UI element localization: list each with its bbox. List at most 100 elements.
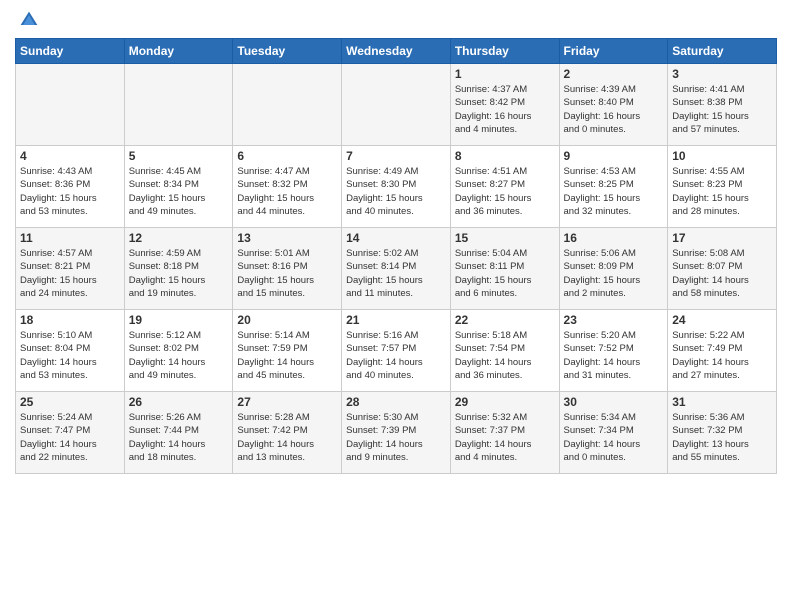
day-info: Sunrise: 5:10 AM Sunset: 8:04 PM Dayligh… [20,329,120,382]
day-number: 7 [346,149,446,163]
col-friday: Friday [559,39,668,64]
calendar-cell: 20 Sunrise: 5:14 AM Sunset: 7:59 PM Dayli… [233,310,342,392]
day-info: Sunrise: 4:53 AM Sunset: 8:25 PM Dayligh… [564,165,664,218]
day-info: Sunrise: 5:12 AM Sunset: 8:02 PM Dayligh… [129,329,229,382]
day-number: 27 [237,395,337,409]
page: Sunday Monday Tuesday Wednesday Thursday… [0,0,792,612]
calendar-cell: 31 Sunrise: 5:36 AM Sunset: 7:32 PM Dayli… [668,392,777,474]
day-number: 8 [455,149,555,163]
week-row-4: 18 Sunrise: 5:10 AM Sunset: 8:04 PM Dayli… [16,310,777,392]
calendar-cell: 18 Sunrise: 5:10 AM Sunset: 8:04 PM Dayli… [16,310,125,392]
day-info: Sunrise: 4:57 AM Sunset: 8:21 PM Dayligh… [20,247,120,300]
calendar-cell: 7 Sunrise: 4:49 AM Sunset: 8:30 PM Daylig… [342,146,451,228]
day-number: 29 [455,395,555,409]
calendar-cell: 5 Sunrise: 4:45 AM Sunset: 8:34 PM Daylig… [124,146,233,228]
calendar-cell: 2 Sunrise: 4:39 AM Sunset: 8:40 PM Daylig… [559,64,668,146]
day-info: Sunrise: 4:47 AM Sunset: 8:32 PM Dayligh… [237,165,337,218]
day-number: 18 [20,313,120,327]
day-info: Sunrise: 4:51 AM Sunset: 8:27 PM Dayligh… [455,165,555,218]
calendar-cell: 25 Sunrise: 5:24 AM Sunset: 7:47 PM Dayli… [16,392,125,474]
day-info: Sunrise: 5:26 AM Sunset: 7:44 PM Dayligh… [129,411,229,464]
calendar-cell: 29 Sunrise: 5:32 AM Sunset: 7:37 PM Dayli… [450,392,559,474]
day-number: 19 [129,313,229,327]
day-info: Sunrise: 5:36 AM Sunset: 7:32 PM Dayligh… [672,411,772,464]
day-info: Sunrise: 5:24 AM Sunset: 7:47 PM Dayligh… [20,411,120,464]
col-tuesday: Tuesday [233,39,342,64]
day-number: 14 [346,231,446,245]
day-info: Sunrise: 5:20 AM Sunset: 7:52 PM Dayligh… [564,329,664,382]
col-thursday: Thursday [450,39,559,64]
day-number: 30 [564,395,664,409]
day-number: 1 [455,67,555,81]
day-info: Sunrise: 5:22 AM Sunset: 7:49 PM Dayligh… [672,329,772,382]
day-number: 22 [455,313,555,327]
week-row-2: 4 Sunrise: 4:43 AM Sunset: 8:36 PM Daylig… [16,146,777,228]
day-info: Sunrise: 4:59 AM Sunset: 8:18 PM Dayligh… [129,247,229,300]
day-info: Sunrise: 4:49 AM Sunset: 8:30 PM Dayligh… [346,165,446,218]
day-info: Sunrise: 4:39 AM Sunset: 8:40 PM Dayligh… [564,83,664,136]
logo-text [15,10,39,30]
day-info: Sunrise: 5:08 AM Sunset: 8:07 PM Dayligh… [672,247,772,300]
calendar-header-row: Sunday Monday Tuesday Wednesday Thursday… [16,39,777,64]
calendar-cell: 17 Sunrise: 5:08 AM Sunset: 8:07 PM Dayli… [668,228,777,310]
calendar-cell: 1 Sunrise: 4:37 AM Sunset: 8:42 PM Daylig… [450,64,559,146]
day-number: 3 [672,67,772,81]
calendar-cell: 14Sunrise: 5:02 AM Sunset: 8:14 PM Dayli… [342,228,451,310]
col-sunday: Sunday [16,39,125,64]
day-info: Sunrise: 4:45 AM Sunset: 8:34 PM Dayligh… [129,165,229,218]
day-info: Sunrise: 5:18 AM Sunset: 7:54 PM Dayligh… [455,329,555,382]
calendar-cell: 3 Sunrise: 4:41 AM Sunset: 8:38 PM Daylig… [668,64,777,146]
day-number: 24 [672,313,772,327]
calendar-cell: 13 Sunrise: 5:01 AM Sunset: 8:16 PM Dayli… [233,228,342,310]
day-info: Sunrise: 5:14 AM Sunset: 7:59 PM Dayligh… [237,329,337,382]
calendar-cell: 12Sunrise: 4:59 AM Sunset: 8:18 PM Dayli… [124,228,233,310]
day-info: Sunrise: 5:34 AM Sunset: 7:34 PM Dayligh… [564,411,664,464]
day-info: Sunrise: 5:32 AM Sunset: 7:37 PM Dayligh… [455,411,555,464]
col-wednesday: Wednesday [342,39,451,64]
calendar-cell: 16Sunrise: 5:06 AM Sunset: 8:09 PM Dayli… [559,228,668,310]
col-monday: Monday [124,39,233,64]
day-number: 5 [129,149,229,163]
day-number: 21 [346,313,446,327]
calendar-cell: 15Sunrise: 5:04 AM Sunset: 8:11 PM Dayli… [450,228,559,310]
day-number: 25 [20,395,120,409]
calendar-cell: 22 Sunrise: 5:18 AM Sunset: 7:54 PM Dayli… [450,310,559,392]
day-number: 13 [237,231,337,245]
calendar-cell: 21Sunrise: 5:16 AM Sunset: 7:57 PM Dayli… [342,310,451,392]
logo-icon [19,10,39,30]
day-number: 23 [564,313,664,327]
day-number: 20 [237,313,337,327]
calendar-cell: 30 Sunrise: 5:34 AM Sunset: 7:34 PM Dayli… [559,392,668,474]
calendar-cell: 28 Sunrise: 5:30 AM Sunset: 7:39 PM Dayli… [342,392,451,474]
day-number: 4 [20,149,120,163]
calendar-cell: 6Sunrise: 4:47 AM Sunset: 8:32 PM Daylig… [233,146,342,228]
calendar-cell [16,64,125,146]
day-number: 28 [346,395,446,409]
day-info: Sunrise: 5:30 AM Sunset: 7:39 PM Dayligh… [346,411,446,464]
day-info: Sunrise: 5:01 AM Sunset: 8:16 PM Dayligh… [237,247,337,300]
calendar-cell [124,64,233,146]
calendar-cell: 27 Sunrise: 5:28 AM Sunset: 7:42 PM Dayli… [233,392,342,474]
calendar-cell: 8 Sunrise: 4:51 AM Sunset: 8:27 PM Daylig… [450,146,559,228]
day-number: 31 [672,395,772,409]
calendar-cell: 26 Sunrise: 5:26 AM Sunset: 7:44 PM Dayli… [124,392,233,474]
day-number: 2 [564,67,664,81]
calendar-cell: 9Sunrise: 4:53 AM Sunset: 8:25 PM Daylig… [559,146,668,228]
day-number: 17 [672,231,772,245]
calendar-cell [233,64,342,146]
week-row-1: 1 Sunrise: 4:37 AM Sunset: 8:42 PM Daylig… [16,64,777,146]
week-row-5: 25 Sunrise: 5:24 AM Sunset: 7:47 PM Dayli… [16,392,777,474]
calendar-cell: 23 Sunrise: 5:20 AM Sunset: 7:52 PM Dayli… [559,310,668,392]
calendar-cell: 10Sunrise: 4:55 AM Sunset: 8:23 PM Dayli… [668,146,777,228]
header [15,10,777,30]
week-row-3: 11Sunrise: 4:57 AM Sunset: 8:21 PM Dayli… [16,228,777,310]
day-info: Sunrise: 4:43 AM Sunset: 8:36 PM Dayligh… [20,165,120,218]
col-saturday: Saturday [668,39,777,64]
day-number: 26 [129,395,229,409]
day-info: Sunrise: 4:37 AM Sunset: 8:42 PM Dayligh… [455,83,555,136]
day-info: Sunrise: 5:28 AM Sunset: 7:42 PM Dayligh… [237,411,337,464]
calendar-cell [342,64,451,146]
day-number: 15 [455,231,555,245]
day-info: Sunrise: 4:41 AM Sunset: 8:38 PM Dayligh… [672,83,772,136]
calendar-table: Sunday Monday Tuesday Wednesday Thursday… [15,38,777,474]
